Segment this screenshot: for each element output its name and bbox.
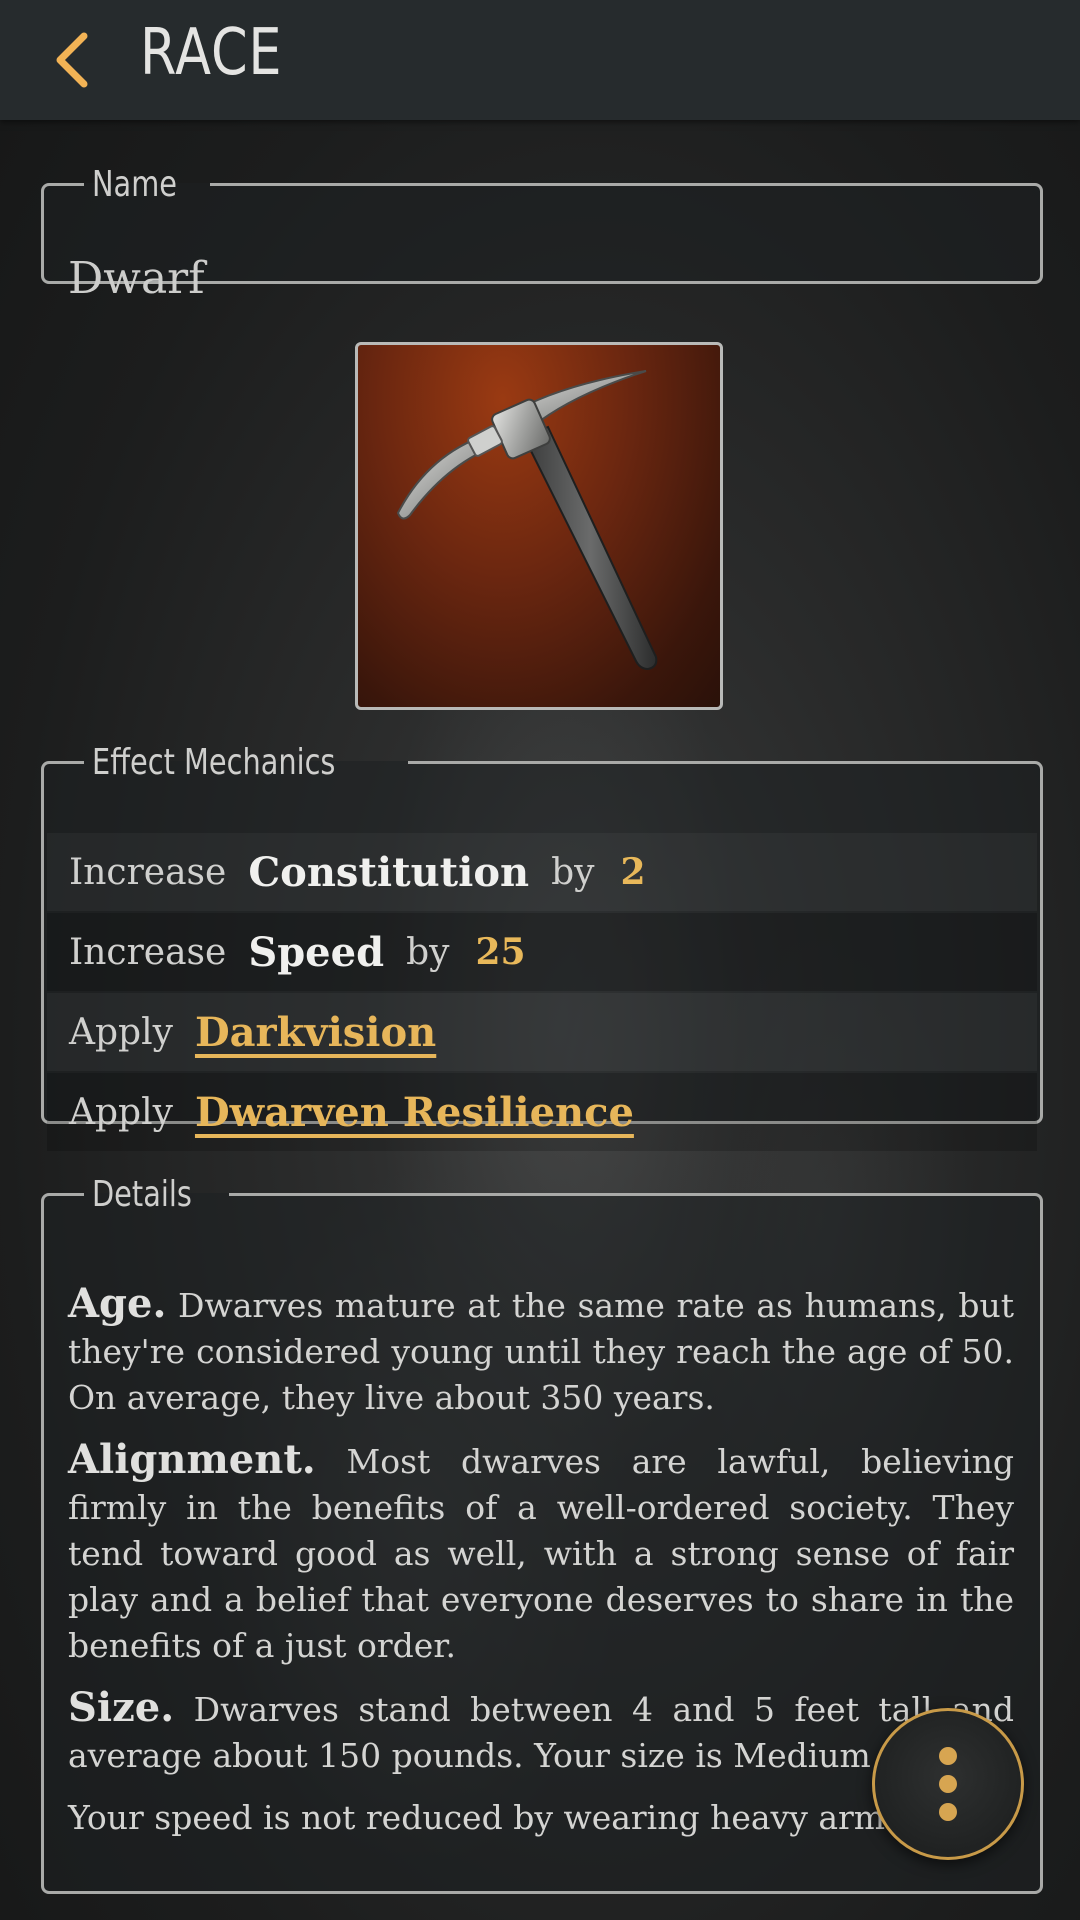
mechanic-by: by <box>406 931 450 973</box>
name-field-value: Dwarf <box>68 253 205 304</box>
pickaxe-icon <box>396 370 658 671</box>
chevron-left-icon <box>56 32 88 88</box>
mechanic-row-speed: Increase Speed by 25 <box>47 913 1037 991</box>
paragraph-body: Dwarves mature at the same rate as human… <box>68 1286 1014 1417</box>
back-button[interactable] <box>36 24 108 96</box>
details-paragraph-speed: Your speed is not reduced by wearing hea… <box>68 1795 1014 1841</box>
race-portrait[interactable] <box>355 342 723 710</box>
effect-mechanics-panel: Effect Mechanics Increase Constitution b… <box>41 742 1043 1151</box>
details-paragraph-size: Size. Dwarves stand between 4 and 5 feet… <box>68 1685 1014 1779</box>
page-title: RACE <box>140 16 283 90</box>
name-field[interactable]: Name Dwarf <box>41 164 1043 304</box>
paragraph-heading: Size. <box>68 1684 175 1731</box>
mechanic-amount: 25 <box>475 931 526 973</box>
mechanic-row-darkvision: Apply Darkvision <box>47 993 1037 1071</box>
mechanic-amount: 2 <box>620 851 646 893</box>
more-vertical-icon-dot <box>939 1803 957 1821</box>
mechanic-verb: Increase <box>69 851 227 893</box>
paragraph-body: Your speed is not reduced by wearing hea… <box>68 1798 928 1837</box>
mechanic-verb: Increase <box>69 931 227 973</box>
paragraph-heading: Alignment. <box>68 1436 316 1483</box>
mechanic-verb: Apply <box>69 1091 173 1133</box>
details-label: Details <box>92 1174 192 1215</box>
paragraph-body: Dwarves stand between 4 and 5 feet tall … <box>68 1690 1014 1775</box>
mechanic-by: by <box>551 851 595 893</box>
dwarven-resilience-link[interactable]: Dwarven Resilience <box>195 1089 634 1136</box>
effect-mechanics-label: Effect Mechanics <box>92 742 336 783</box>
details-paragraph-alignment: Alignment. Most dwarves are lawful, beli… <box>68 1437 1014 1669</box>
more-vertical-icon-dot <box>939 1775 957 1793</box>
mechanic-attribute: Speed <box>248 928 385 976</box>
mechanic-row-constitution: Increase Constitution by 2 <box>47 833 1037 911</box>
app-header: RACE <box>0 0 1080 120</box>
details-paragraph-age: Age. Dwarves mature at the same rate as … <box>68 1281 1014 1421</box>
mechanic-row-dwarven-resilience: Apply Dwarven Resilience <box>47 1073 1037 1151</box>
mechanic-attribute: Constitution <box>248 848 530 896</box>
name-field-label: Name <box>92 164 177 205</box>
darkvision-link[interactable]: Darkvision <box>195 1009 436 1056</box>
paragraph-heading: Age. <box>68 1280 167 1327</box>
more-vertical-icon <box>939 1747 957 1765</box>
mechanic-verb: Apply <box>69 1011 173 1053</box>
more-options-button[interactable] <box>872 1708 1024 1860</box>
